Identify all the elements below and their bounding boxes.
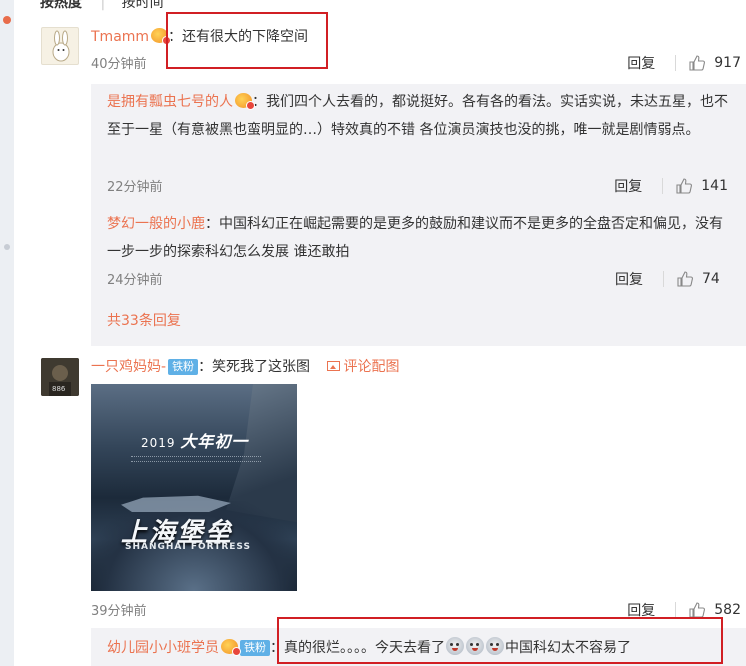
sort-divider: |	[100, 0, 106, 11]
action-divider	[663, 271, 664, 287]
reply-username[interactable]: 是拥有瓢虫七号的人	[107, 94, 233, 110]
comment-text: ：还有很大的下降空间	[168, 29, 309, 45]
action-divider	[662, 178, 664, 194]
fan-badge: 铁粉	[240, 640, 270, 656]
poster-title-en: SHANGHAI FORTRESS	[125, 542, 251, 552]
reply-body: 梦幻一般的小鹿：中国科幻正在崛起需要的是更多的鼓励和建议而不是更多的全盘否定和偏…	[107, 210, 730, 266]
comment-body: 一只鸡妈妈- 铁粉 ：笑死我了这张图 评论配图	[91, 356, 400, 376]
reply-actions: 回复 141	[614, 176, 728, 196]
thumbs-up-icon[interactable]	[676, 270, 694, 288]
reply-body: 幼儿园小小班学员 铁粉 ：真的很烂。。。。今天去看了 中国科幻太不容易了	[107, 634, 730, 662]
reply-username[interactable]: 幼儿园小小班学员	[107, 640, 219, 656]
comment-time: 39分钟前	[91, 604, 147, 619]
comment-actions: 回复 917	[627, 53, 741, 73]
like-count: 917	[714, 55, 741, 71]
picture-icon	[326, 361, 340, 371]
comment-image[interactable]: 2019 大年初一 上海堡垒 SHANGHAI FORTRESS	[91, 384, 297, 591]
reply-text: ：真的很烂。。。。今天去看了	[270, 640, 445, 656]
gutter-marker	[3, 16, 11, 24]
fan-badge: 铁粉	[168, 359, 199, 375]
sort-bar: 按热度 | 按时间	[40, 0, 178, 12]
avatar-tag: 886	[52, 385, 66, 393]
like-count: 141	[701, 178, 728, 194]
action-divider	[675, 55, 677, 71]
poster-year: 2019	[141, 436, 176, 450]
more-replies-link[interactable]: 共33条回复	[107, 310, 181, 330]
reply-text-tail: 中国科幻太不容易了	[505, 640, 631, 656]
reply-button[interactable]: 回复	[615, 269, 643, 289]
like-count: 74	[702, 271, 720, 287]
vip-crown-icon	[235, 93, 255, 110]
reply-username[interactable]: 梦幻一般的小鹿	[107, 216, 205, 232]
reply-body: 是拥有瓢虫七号的人 ：我们四个人去看的，都说挺好。各有各的看法。实话实说，未达五星…	[107, 88, 730, 144]
comment-text: ：笑死我了这张图	[198, 359, 311, 375]
vip-crown-icon	[151, 28, 172, 45]
poster-release: 大年初一	[180, 432, 249, 451]
action-divider	[675, 602, 677, 618]
picture-link-label: 评论配图	[343, 359, 400, 375]
left-gutter	[0, 0, 14, 666]
avatar-illustration	[52, 30, 70, 62]
emoji-icon	[486, 637, 504, 655]
reply-time: 22分钟前	[107, 180, 163, 195]
comment-username[interactable]: 一只鸡妈妈-	[91, 359, 166, 375]
vip-crown-icon	[221, 639, 241, 656]
reply-time: 24分钟前	[107, 273, 163, 288]
avatar[interactable]	[41, 27, 79, 65]
comment-body: Tmamm ：还有很大的下降空间	[91, 26, 308, 46]
poster-date: 2019 大年初一	[141, 428, 248, 452]
avatar[interactable]: 886	[41, 358, 79, 396]
reply-button[interactable]: 回复	[614, 176, 642, 196]
sort-by-time[interactable]: 按时间	[122, 0, 164, 11]
poster-credits	[131, 456, 261, 462]
reply-thread: 幼儿园小小班学员 铁粉 ：真的很烂。。。。今天去看了 中国科幻太不容易了	[91, 628, 746, 666]
like-count: 582	[714, 602, 741, 618]
comment-username[interactable]: Tmamm	[91, 29, 149, 45]
comment-picture-link[interactable]: 评论配图	[326, 359, 400, 375]
thumbs-up-icon[interactable]	[688, 54, 706, 72]
reply-button[interactable]: 回复	[627, 53, 655, 73]
reply-button[interactable]: 回复	[627, 600, 655, 620]
reply-thread: 是拥有瓢虫七号的人 ：我们四个人去看的，都说挺好。各有各的看法。实话实说，未达五星…	[91, 84, 746, 346]
comment-actions: 回复 582	[627, 600, 741, 620]
comment-time: 40分钟前	[91, 57, 147, 72]
sort-by-hot[interactable]: 按热度	[40, 0, 82, 11]
poster-ship	[121, 495, 231, 512]
gutter-marker	[4, 244, 10, 250]
emoji-icon	[466, 637, 484, 655]
thumbs-up-icon[interactable]	[688, 601, 706, 619]
avatar-photo: 886	[41, 358, 79, 396]
emoji-icon	[446, 637, 464, 655]
reply-actions: 回复 74	[615, 269, 726, 289]
thumbs-up-icon[interactable]	[675, 177, 693, 195]
